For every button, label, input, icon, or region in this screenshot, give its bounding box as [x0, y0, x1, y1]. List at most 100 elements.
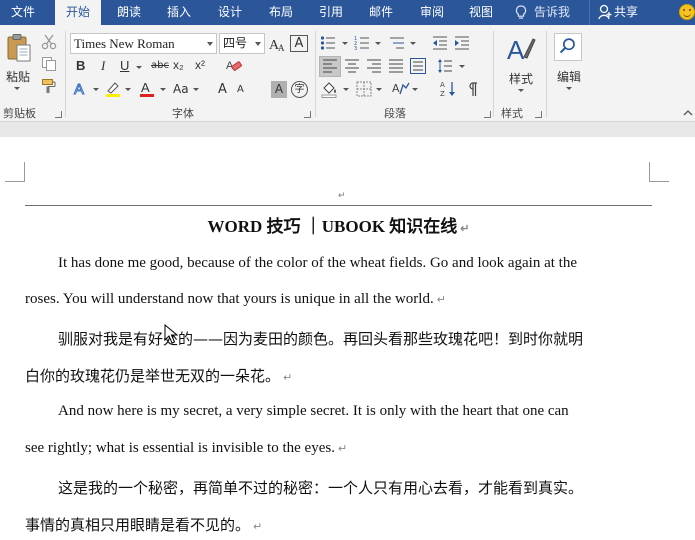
- char-border-button[interactable]: A: [290, 35, 308, 52]
- editing-button[interactable]: 编辑: [557, 68, 581, 85]
- subscript-button[interactable]: x₂: [173, 58, 184, 72]
- body-line-text: 事情的真相只用眼睛是看不见的。: [25, 516, 251, 534]
- styles-icon[interactable]: A: [506, 33, 536, 65]
- text-effects-caret[interactable]: [93, 88, 99, 91]
- align-right-icon[interactable]: [366, 58, 382, 74]
- group-separator: [315, 31, 316, 117]
- line-spacing-caret[interactable]: [459, 65, 465, 68]
- bullets-caret[interactable]: [342, 42, 348, 45]
- change-case-icon[interactable]: AA: [269, 35, 287, 53]
- font-size-combo[interactable]: 四号: [219, 33, 265, 54]
- person-share-icon: [598, 4, 612, 20]
- underline-button[interactable]: U: [120, 58, 129, 73]
- editing-icon-frame[interactable]: [554, 33, 582, 61]
- body-line[interactable]: 事情的真相只用眼睛是看不见的。 ↵: [25, 514, 262, 535]
- distributed-icon[interactable]: [410, 58, 426, 74]
- share-button[interactable]: 共享: [614, 0, 644, 25]
- show-marks-icon[interactable]: [466, 81, 478, 97]
- clipboard-dialog-launcher[interactable]: [55, 111, 62, 118]
- chinese-layout-icon[interactable]: A: [392, 81, 410, 97]
- document-title[interactable]: WORD 技巧 ｜UBOOK 知识在线 ↵: [25, 212, 652, 237]
- document-title-text: WORD 技巧 ｜UBOOK 知识在线: [207, 217, 458, 236]
- styles-caret[interactable]: [518, 89, 524, 92]
- multilevel-list-icon[interactable]: [389, 35, 405, 51]
- tell-me-box[interactable]: 告诉我: [534, 0, 574, 25]
- shading-caret[interactable]: [343, 88, 349, 91]
- chevron-down-icon[interactable]: [255, 42, 261, 46]
- italic-button[interactable]: I: [101, 58, 105, 74]
- numbering-caret[interactable]: [375, 42, 381, 45]
- svg-text:3: 3: [354, 46, 357, 51]
- tab-8[interactable]: 审阅: [409, 0, 455, 25]
- body-line[interactable]: roses. You will understand now that your…: [25, 291, 446, 308]
- borders-caret[interactable]: [376, 88, 382, 91]
- format-painter-icon[interactable]: [41, 78, 57, 94]
- body-line[interactable]: see rightly; what is essential is invisi…: [25, 440, 347, 457]
- tab-5[interactable]: 布局: [258, 0, 304, 25]
- numbering-icon[interactable]: 123: [354, 35, 370, 51]
- body-line[interactable]: 白你的玫瑰花仍是举世无双的一朵花。 ↵: [25, 365, 292, 386]
- tab-4[interactable]: 设计: [207, 0, 253, 25]
- increase-indent-icon[interactable]: [454, 35, 470, 51]
- highlight-caret[interactable]: [125, 88, 131, 91]
- body-line-text: And now here is my secret, a very simple…: [58, 403, 569, 419]
- tab-0[interactable]: 文件: [0, 0, 46, 25]
- font-color-icon[interactable]: A: [139, 80, 155, 98]
- body-line[interactable]: 驯服对我是有好处的——因为麦田的颜色。再回头看那些玫瑰花吧！到时你就明: [58, 328, 583, 349]
- text-effects-icon[interactable]: A: [73, 80, 89, 99]
- group-separator: [65, 31, 66, 117]
- sort-icon[interactable]: AZ: [440, 80, 456, 98]
- line-spacing-icon[interactable]: [437, 58, 453, 74]
- multilevel-list-caret[interactable]: [410, 42, 416, 45]
- borders-icon[interactable]: [356, 81, 372, 97]
- cut-icon[interactable]: [41, 34, 57, 50]
- collapse-ribbon-icon[interactable]: [683, 109, 693, 117]
- font-dialog-launcher[interactable]: [304, 111, 311, 118]
- strikethrough-button[interactable]: abc: [151, 60, 169, 71]
- decrease-indent-icon[interactable]: [432, 35, 448, 51]
- editing-caret[interactable]: [566, 87, 572, 90]
- paste-icon[interactable]: [6, 33, 32, 63]
- styles-group-label: 样式: [501, 107, 523, 120]
- tab-3[interactable]: 插入: [156, 0, 202, 25]
- shading-icon[interactable]: [321, 81, 339, 98]
- smiley-feedback-icon[interactable]: [679, 4, 695, 20]
- justify-icon[interactable]: [388, 58, 404, 74]
- styles-button[interactable]: 样式: [509, 70, 533, 87]
- char-shading-button[interactable]: A: [271, 81, 287, 98]
- underline-caret[interactable]: [136, 66, 142, 69]
- styles-dialog-launcher[interactable]: [535, 111, 542, 118]
- paste-dropdown-caret[interactable]: [14, 87, 20, 90]
- chevron-down-icon[interactable]: [207, 42, 213, 46]
- font-name-combo[interactable]: Times New Roman: [70, 33, 217, 54]
- mouse-cursor-icon: [164, 324, 178, 344]
- align-center-icon[interactable]: [344, 58, 360, 74]
- copy-icon[interactable]: [41, 56, 57, 72]
- clear-formatting-icon[interactable]: A: [226, 57, 242, 73]
- change-case-button[interactable]: Aa: [173, 82, 189, 96]
- font-group-label: 字体: [172, 107, 194, 120]
- tab-9[interactable]: 视图: [458, 0, 504, 25]
- body-line[interactable]: And now here is my secret, a very simple…: [58, 403, 569, 420]
- bold-button[interactable]: B: [76, 58, 85, 73]
- tab-1[interactable]: 开始: [55, 0, 101, 25]
- chinese-layout-caret[interactable]: [412, 88, 418, 91]
- bullets-icon[interactable]: [320, 35, 336, 51]
- tab-2[interactable]: 朗读: [106, 0, 152, 25]
- highlight-icon[interactable]: [104, 80, 122, 98]
- change-case-caret[interactable]: [193, 88, 199, 91]
- paragraph-mark: ↵: [460, 223, 470, 235]
- tab-6[interactable]: 引用: [308, 0, 354, 25]
- font-color-caret[interactable]: [160, 88, 166, 91]
- align-left-icon[interactable]: [322, 58, 338, 74]
- body-line[interactable]: 这是我的一个秘密，再简单不过的秘密：一个人只有用心去看，才能看到真实。: [58, 477, 583, 498]
- body-line[interactable]: It has done me good, because of the colo…: [58, 255, 577, 272]
- paragraph-dialog-launcher[interactable]: [484, 111, 491, 118]
- grow-font-button[interactable]: A: [218, 82, 227, 97]
- shrink-font-button[interactable]: A: [237, 84, 244, 95]
- superscript-button[interactable]: x²: [195, 58, 205, 72]
- enclose-char-button[interactable]: 字: [291, 81, 308, 98]
- paste-label[interactable]: 粘贴: [6, 68, 30, 85]
- font-size-value: 四号: [223, 36, 248, 50]
- tab-7[interactable]: 邮件: [358, 0, 404, 25]
